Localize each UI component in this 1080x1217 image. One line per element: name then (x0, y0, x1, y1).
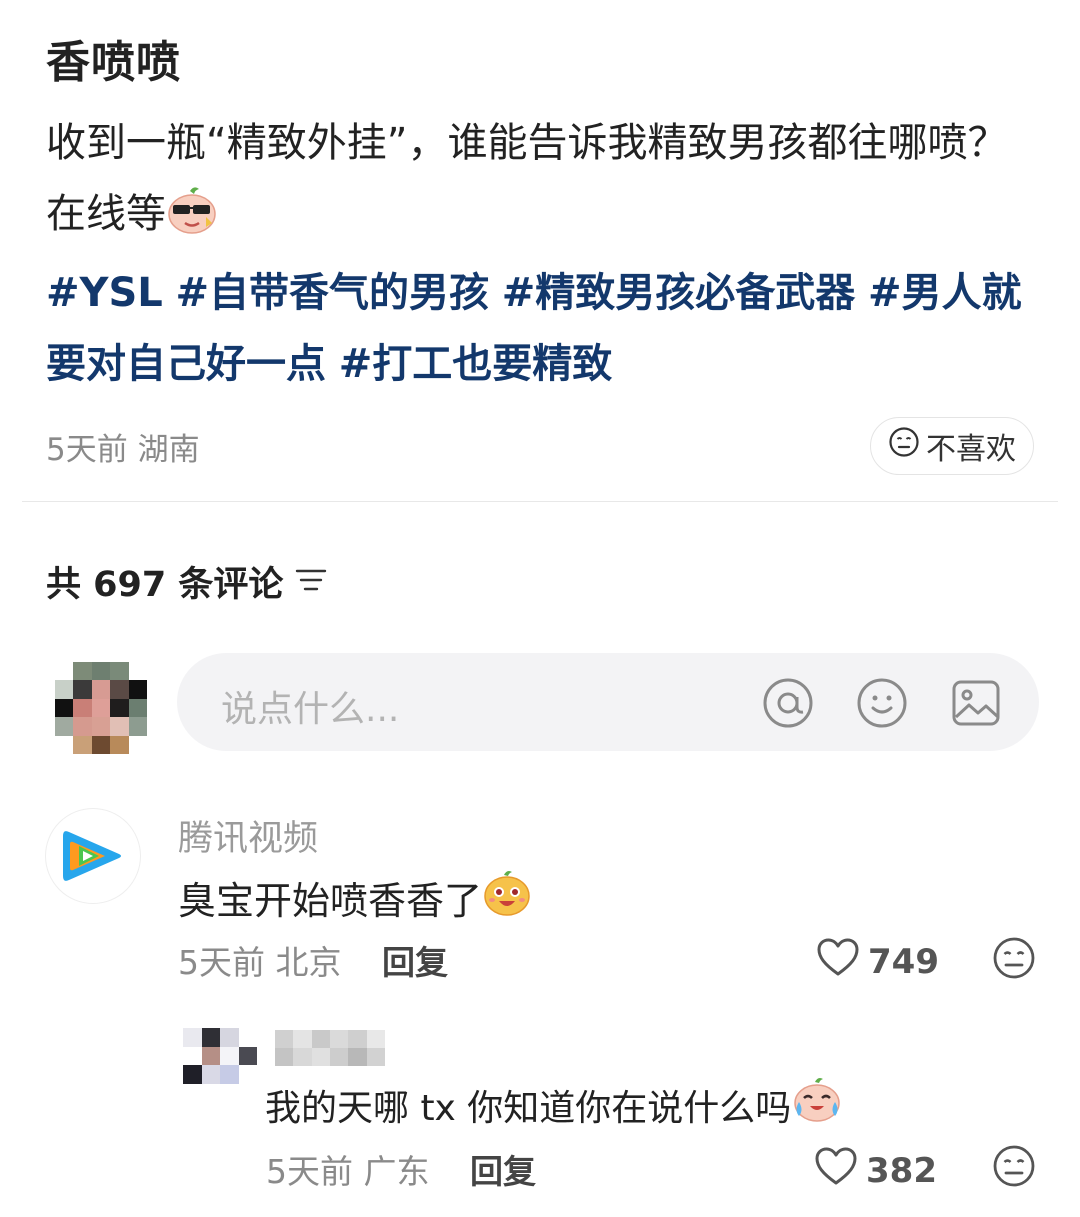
post-body: 收到一瓶“精致外挂”，谁能告诉我精致男孩都往哪喷？在线等 #YSL #自带香气的… (46, 108, 1036, 400)
tencent-video-avatar[interactable] (45, 808, 141, 904)
at-icon[interactable] (762, 677, 814, 733)
tencent-video-logo (63, 831, 121, 881)
comment-meta: 5天前 北京 (178, 943, 342, 982)
like-count: 382 (866, 1150, 937, 1191)
post-author[interactable]: 香喷喷 (46, 26, 181, 90)
reply-meta: 5天前 广东 (266, 1152, 430, 1191)
comment-author[interactable]: 腾讯视频 (178, 810, 318, 861)
heart-icon (816, 937, 860, 986)
comment-text: 臭宝开始喷香香了 (178, 868, 532, 927)
divider (22, 501, 1058, 502)
reply-text: 我的天哪 tx 你知道你在说什么吗 (265, 1076, 843, 1133)
heart-icon (814, 1146, 858, 1195)
dislike-icon[interactable] (992, 1144, 1036, 1192)
reply-avatar[interactable] (183, 1028, 257, 1084)
like-button[interactable]: 382 (814, 1146, 937, 1195)
reply-author-blurred[interactable] (275, 1030, 385, 1066)
avatar[interactable] (55, 662, 147, 754)
dislike-button[interactable]: 不喜欢 (870, 417, 1034, 475)
comment-input-placeholder: 说点什么... (221, 689, 400, 730)
comment-count: 共 697 条评论 (46, 556, 327, 607)
cool-emoji-icon (166, 185, 218, 258)
reply-button[interactable]: 回复 (470, 1145, 536, 1193)
hashtag-ysl[interactable]: #YSL (46, 270, 163, 316)
crying-emoji-icon (791, 1076, 843, 1133)
like-count: 749 (868, 941, 939, 982)
sort-icon[interactable] (295, 562, 327, 602)
like-button[interactable]: 749 (816, 937, 939, 986)
comment-input[interactable]: 说点什么... (177, 653, 1039, 751)
dislike-label: 不喜欢 (926, 432, 1016, 467)
hashtag-delicate-boy-weapon[interactable]: #精致男孩必备武器 (502, 270, 856, 316)
smile-icon[interactable] (856, 677, 908, 733)
hashtag-fragrant-boy[interactable]: #自带香气的男孩 (176, 270, 490, 316)
neutral-face-icon (888, 426, 920, 466)
hashtag-work-delicate[interactable]: #打工也要精致 (339, 341, 613, 387)
reply-button[interactable]: 回复 (382, 936, 448, 984)
image-icon[interactable] (950, 677, 1002, 733)
comment-count-label: 共 697 条评论 (46, 565, 284, 605)
happy-emoji-icon (482, 868, 532, 927)
dislike-icon[interactable] (992, 936, 1036, 984)
post-meta: 5天前 湖南 (46, 432, 200, 468)
